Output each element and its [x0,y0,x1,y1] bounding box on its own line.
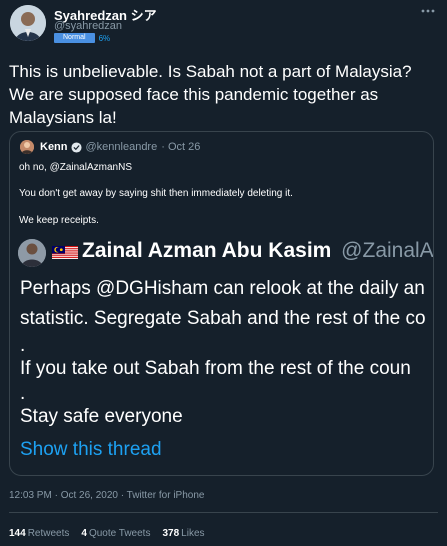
status-badge: Normal [54,33,95,43]
retweets-label: Retweets [27,528,70,539]
screenshot-author-name: Zainal Azman Abu Kasim [82,239,332,262]
tweet-stats: 144 Retweets 4 Quote Tweets 378 Likes [9,528,217,539]
author-avatar[interactable] [10,5,46,41]
likes-stat[interactable]: 378 Likes [162,528,204,539]
show-thread-link: Show this thread [20,439,162,460]
likes-count: 378 [162,528,180,539]
quoted-text-line: oh no, @ZainalAzmanNS [19,162,132,173]
author-handle[interactable]: @syahredzan [54,20,122,32]
verified-icon [70,141,82,153]
malaysia-flag-icon [52,246,78,259]
quoted-author-name: Kenn [40,141,68,153]
screenshot-avatar [18,239,46,267]
tweet-text: This is unbelievable. Is Sabah not a par… [9,60,439,129]
quoted-text-line: We keep receipts. [19,215,99,226]
screenshot-text-line: Perhaps @DGHisham can relook at the dail… [20,278,425,299]
quoted-header: Kenn @kennleandre · Oct 26 [40,141,200,153]
more-options-button[interactable] [418,6,438,16]
screenshot-header: Zainal Azman Abu Kasim @ZainalAzma [82,239,434,263]
quoted-date: · Oct 26 [161,141,201,153]
tweet-timestamp[interactable]: 12:03 PM · Oct 26, 2020 · Twitter for iP… [9,490,204,501]
tweet-text-line: We are supposed face this pandemic toget… [9,85,379,104]
screenshot-text-line: . [20,335,26,356]
retweets-count: 144 [9,528,26,539]
quoted-author-avatar [20,140,34,154]
screenshot-text-line: Stay safe everyone [20,406,183,427]
tweet-text-line: Malaysians la! [9,108,117,127]
screenshot-author-handle: @ZainalAzma [341,239,434,262]
author-badge-row: Normal 6% [54,33,110,43]
quote-tweets-count: 4 [81,528,87,539]
screenshot-text-line: statistic. Segregate Sabah and the rest … [20,308,426,329]
screenshot-text-line: . [20,383,26,404]
retweets-stat[interactable]: 144 Retweets [9,528,69,539]
more-icon [421,9,435,13]
quoted-author-handle: @kennleandre [85,141,158,153]
quoted-text-line: You don't get away by saying shit then i… [19,188,293,199]
tweet: Syahredzan シア @syahredzan Normal 6% This… [0,0,447,546]
quoted-tweet[interactable]: Kenn @kennleandre · Oct 26 oh no, @Zaina… [9,131,434,476]
divider [9,512,438,513]
screenshot-text-line: If you take out Sabah from the rest of t… [20,358,411,379]
quote-tweets-stat[interactable]: 4 Quote Tweets [81,528,150,539]
embedded-screenshot: Zainal Azman Abu Kasim @ZainalAzma Perha… [10,233,434,475]
quote-tweets-label: Quote Tweets [88,528,151,539]
likes-label: Likes [181,528,205,539]
tweet-text-line: This is unbelievable. Is Sabah not a par… [9,62,412,81]
badge-percent: 6% [98,33,111,43]
